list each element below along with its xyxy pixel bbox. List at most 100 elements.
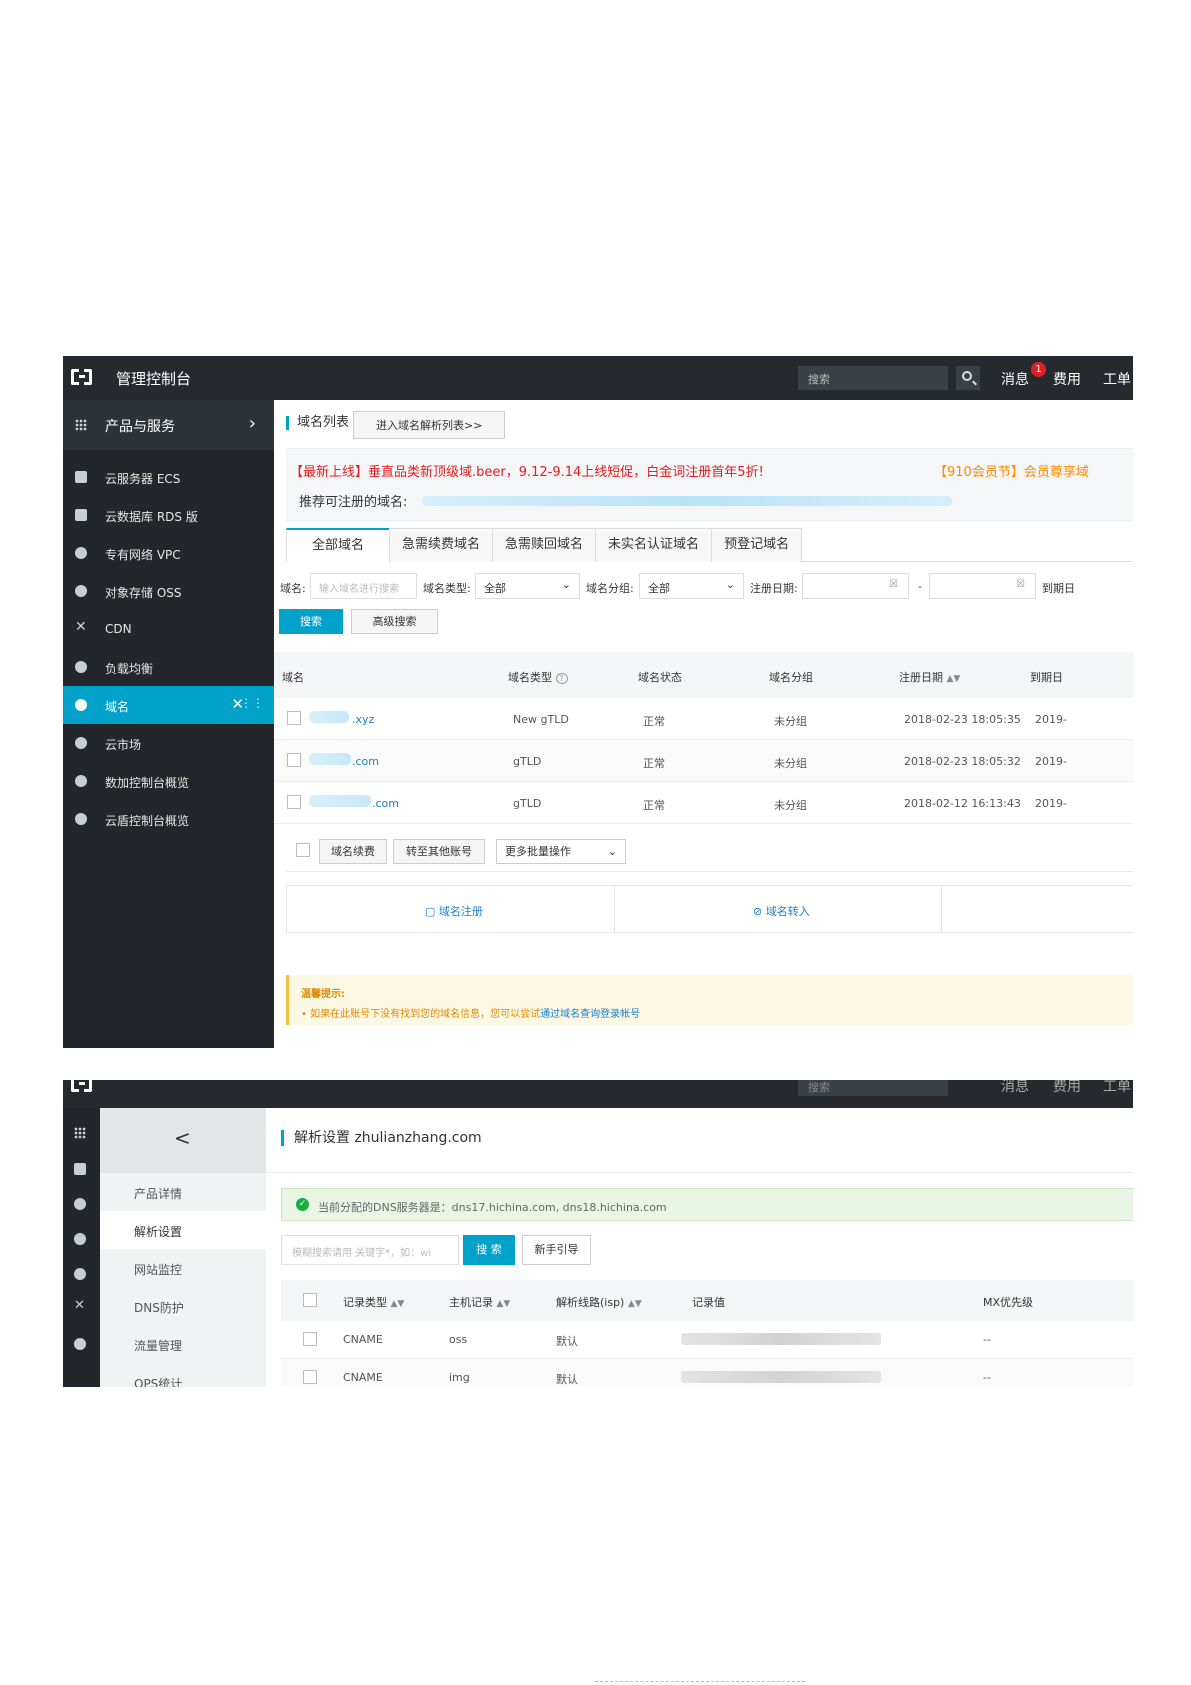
advanced-search-button[interactable]: 高级搜索 [351,609,438,634]
fees-link[interactable]: 费用 [1053,369,1081,389]
col-host[interactable]: 主机记录 ▲▼ [449,1294,510,1310]
row-checkbox[interactable] [303,1332,317,1346]
promo-text[interactable]: 【最新上线】垂直品类新顶级域.beer，9.12-9.14上线短促，白金词注册首… [290,461,764,480]
record-search-input[interactable]: 模糊搜索请用 关键字*，如：wi [281,1235,459,1265]
cdn-icon[interactable]: ✕ [74,1298,86,1313]
top-bar: 管理控制台 搜索 消息 1 费用 工单 [63,356,1133,400]
domain-type: gTLD [513,755,542,768]
select-all-checkbox[interactable] [303,1293,317,1307]
col-line[interactable]: 解析线路(isp) ▲▼ [556,1294,642,1310]
row-checkbox[interactable] [303,1370,317,1384]
sort-icon[interactable]: ▲▼ [628,1299,642,1309]
console-title[interactable]: 管理控制台 [116,368,191,389]
col-domain: 域名 [282,671,304,684]
grid-icon[interactable] [74,1127,86,1139]
domain-group-select[interactable]: 全部 ⌄ [639,573,744,599]
sidebar: 产品与服务 › 云服务器 ECS 云数据库 RDS 版 专有网络 VPC 对象存… [63,400,274,1048]
chevron-down-icon: ⌄ [725,578,735,591]
promo-member-text[interactable]: 【910会员节】会员尊享域 [934,461,1089,480]
load-balancer-icon[interactable] [74,1338,86,1350]
cloud-icon[interactable] [74,1233,86,1245]
select-all-checkbox[interactable] [296,843,310,857]
sidebar-item-slb[interactable]: 负载均衡 [63,648,274,686]
subnav-item-dns-protection[interactable]: DNS防护 [100,1287,266,1325]
sidebar-item-oss[interactable]: 对象存储 OSS [63,572,274,610]
row-checkbox[interactable] [287,711,301,725]
storage-icon[interactable] [74,1268,86,1280]
subnav-item-qps[interactable]: QPS统计 [100,1363,266,1387]
tickets-link[interactable]: 工单 [1103,1080,1131,1096]
back-button[interactable]: < [100,1108,266,1173]
sidebar-item-data-plus[interactable]: 数加控制台概览 [63,762,274,800]
record-value-blurred [681,1371,881,1383]
record-line: 默认 [556,1335,578,1348]
products-services-menu[interactable]: 产品与服务 › [63,400,274,450]
server-icon[interactable] [74,1163,86,1175]
sidebar-item-cloud-shield[interactable]: 云盾控制台概览 [63,800,274,838]
search-button[interactable] [956,366,980,390]
record-host: img [449,1371,470,1384]
domain-link[interactable]: .com [352,755,379,768]
table-row: .xyz New gTLD 正常 未分组 2018-02-23 18:05:35… [274,698,1133,740]
sort-icon[interactable]: ▲▼ [497,1299,511,1309]
sidebar-item-domain[interactable]: 域名 ✕ ⋮⋮ [63,686,274,724]
domain-transfer-in-link[interactable]: ⊘ 域名转入 [753,903,810,919]
domain-link[interactable]: .com [372,797,399,810]
subnav-item-site-monitor[interactable]: 网站监控 [100,1249,266,1287]
subnav-item-traffic[interactable]: 流量管理 [100,1325,266,1363]
col-type[interactable]: 域名类型 ? [508,669,568,685]
search-submit-button[interactable]: 搜索 [279,609,343,634]
tab-renew-urgent[interactable]: 急需续费域名 [389,528,494,562]
col-record-type[interactable]: 记录类型 ▲▼ [343,1294,404,1310]
tab-all-domains[interactable]: 全部域名 [286,528,391,562]
grid-icon [75,419,87,431]
domain-link[interactable]: .xyz [352,713,374,726]
reg-date-end-input[interactable]: ☒ [929,573,1036,599]
record-host: oss [449,1333,468,1346]
col-group: 域名分组 [769,671,813,684]
record-mx: -- [983,1371,991,1384]
subnav-item-dns-settings[interactable]: 解析设置 [100,1211,266,1249]
messages-link[interactable]: 消息 [1001,1080,1029,1096]
reg-date-start-input[interactable]: ☒ [802,573,909,599]
sidebar-item-label: 云盾控制台概览 [105,814,190,828]
sidebar-item-cdn[interactable]: ✕ CDN [63,610,274,648]
sidebar-item-vpc[interactable]: 专有网络 VPC [63,534,274,572]
tab-preregistered[interactable]: 预登记域名 [711,528,803,562]
row-checkbox[interactable] [287,753,301,767]
search-input[interactable]: 搜索 [798,366,948,390]
tab-redeem-urgent[interactable]: 急需赎回域名 [492,528,597,562]
sidebar-item-rds[interactable]: 云数据库 RDS 版 [63,496,274,534]
guide-button[interactable]: 新手引导 [522,1235,591,1265]
domain-search-input[interactable]: 输入域名进行搜索 [310,573,417,599]
record-search-button[interactable]: 搜 索 [463,1235,515,1265]
col-reg-date[interactable]: 注册日期 ▲▼ [899,669,960,685]
row-checkbox[interactable] [287,795,301,809]
tickets-link[interactable]: 工单 [1103,369,1131,389]
search-input[interactable]: 搜索 [798,1080,948,1096]
subnav-item-product-detail[interactable]: 产品详情 [100,1173,266,1211]
domain-tabs: 全部域名 急需续费域名 急需赎回域名 未实名认证域名 预登记域名 [286,528,1133,562]
aliyun-logo-icon[interactable] [71,369,93,387]
goto-dns-list-button[interactable]: 进入域名解析列表>> [353,411,506,439]
sidebar-item-ecs[interactable]: 云服务器 ECS [63,458,274,496]
tab-unverified[interactable]: 未实名认证域名 [595,528,713,562]
more-bulk-select[interactable]: 更多批量操作 ⌄ [496,839,626,864]
drag-handle-icon[interactable]: ⋮⋮ [240,696,264,710]
sort-icon[interactable]: ▲▼ [391,1299,405,1309]
database-icon[interactable] [74,1198,86,1210]
help-icon[interactable]: ? [555,673,568,684]
aliyun-logo-icon[interactable] [71,1080,93,1094]
domain-type-select[interactable]: 全部 ⌄ [475,573,580,599]
sidebar-item-label: CDN [105,622,132,636]
more-bulk-label: 更多批量操作 [505,845,571,858]
sidebar-item-market[interactable]: 云市场 [63,724,274,762]
domain-register-link[interactable]: ▢ 域名注册 [425,903,483,919]
sort-icon[interactable]: ▲▼ [947,674,961,684]
transfer-account-button[interactable]: 转至其他账号 [393,839,485,864]
tips-link[interactable]: 通过域名查询登录帐号 [540,1009,640,1020]
messages-link[interactable]: 消息 [1001,369,1029,389]
renew-button[interactable]: 域名续费 [319,839,387,864]
storage-icon [75,585,87,597]
fees-link[interactable]: 费用 [1053,1080,1081,1096]
